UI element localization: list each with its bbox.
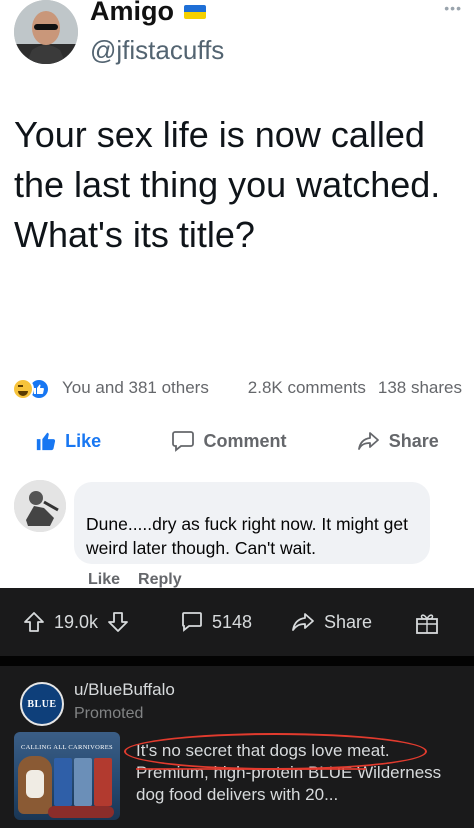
haha-reaction-icon — [12, 378, 34, 400]
tweet-avatar[interactable] — [14, 0, 78, 64]
facebook-post-footer: You and 381 others 2.8K comments 138 sha… — [0, 368, 474, 588]
reddit-section: 19.0k 5148 Share BLUE u/BlueBuffalo Prom… — [0, 588, 474, 828]
share-arrow-icon — [292, 613, 314, 631]
avatar-photo — [14, 0, 78, 64]
thumbnail-caption: CALLING ALL CARNIVORES — [21, 744, 113, 751]
like-button[interactable]: Like — [35, 430, 101, 452]
tweet-text: Your sex life is now called the last thi… — [14, 114, 441, 255]
comment-text: Dune.....dry as fuck right now. It might… — [86, 514, 408, 558]
display-name-text: Amigo — [90, 0, 174, 26]
like-label: Like — [65, 430, 102, 451]
promoted-label: Promoted — [74, 705, 144, 722]
meat-image — [48, 806, 114, 818]
comment-like-link[interactable]: Like — [88, 571, 120, 589]
advertiser-logo[interactable]: BLUE — [20, 682, 64, 726]
reaction-icons[interactable] — [12, 378, 50, 400]
chat-bubble-icon — [182, 612, 202, 632]
food-bag-image — [54, 758, 72, 806]
dog-image — [18, 756, 52, 814]
upvote-count: 19.0k — [54, 611, 99, 632]
engagement-counts: You and 381 others 2.8K comments 138 sha… — [62, 378, 462, 398]
reddit-share-button[interactable]: Share — [290, 610, 372, 634]
comment-label: Comment — [203, 430, 287, 451]
comments-button[interactable]: 5148 — [180, 610, 252, 634]
reactions-summary[interactable]: You and 381 others — [62, 378, 209, 398]
reddit-vote-bar: 19.0k 5148 Share — [0, 588, 474, 656]
tweet-card: Amigo @jfistacuffs ••• Your sex life is … — [0, 0, 474, 368]
downvote-icon[interactable] — [106, 610, 130, 634]
comment-reply-link[interactable]: Reply — [138, 571, 182, 589]
tweet-handle[interactable]: @jfistacuffs — [90, 35, 224, 66]
ad-text[interactable]: It's no secret that dogs love meat. Prem… — [136, 740, 466, 806]
comments-count[interactable]: 2.8K comments — [248, 378, 366, 398]
comment-actions: Like Reply — [88, 571, 182, 589]
vote-group: 19.0k — [22, 610, 130, 634]
food-bag-image — [74, 758, 92, 806]
share-arrow-icon — [357, 432, 379, 450]
post-action-bar: Like Comment Share — [0, 426, 474, 456]
red-underline-mark — [136, 768, 366, 770]
award-button[interactable] — [414, 610, 440, 636]
food-bag-image — [94, 758, 112, 806]
comments-count-reddit: 5148 — [212, 611, 253, 632]
commenter-avatar[interactable] — [14, 480, 66, 532]
shares-count[interactable]: 138 shares — [378, 378, 462, 398]
share-label: Share — [388, 430, 439, 451]
advertiser-name[interactable]: u/BlueBuffalo — [74, 680, 175, 700]
gift-icon — [416, 614, 438, 634]
thumbs-up-icon — [36, 432, 56, 451]
comment-bubble[interactable]: Dune.....dry as fuck right now. It might… — [74, 482, 430, 564]
comment-button[interactable]: Comment — [171, 430, 286, 452]
reddit-share-label: Share — [324, 611, 373, 632]
logo-text: BLUE — [27, 698, 57, 710]
share-button[interactable]: Share — [357, 430, 439, 452]
comment-icon — [172, 431, 195, 452]
avatar-photo — [14, 480, 66, 532]
more-dots-icon[interactable]: ••• — [444, 0, 462, 16]
ad-thumbnail[interactable]: CALLING ALL CARNIVORES — [14, 732, 120, 820]
tweet-display-name[interactable]: Amigo — [90, 0, 206, 27]
upvote-icon[interactable] — [22, 610, 46, 634]
ukraine-flag-icon — [184, 4, 206, 19]
section-divider — [0, 656, 474, 666]
